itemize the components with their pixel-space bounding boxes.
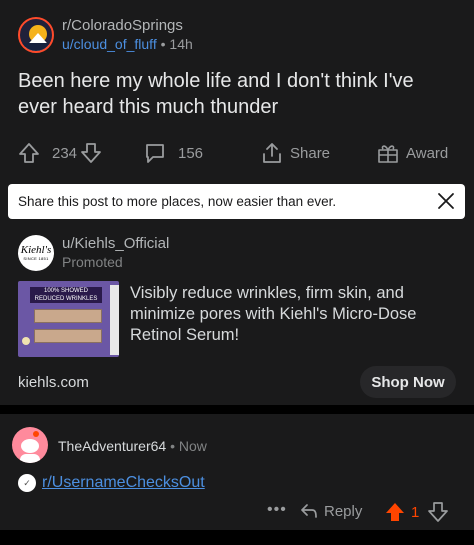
snoo-avatar-icon[interactable] <box>12 427 48 463</box>
share-label: Share <box>290 144 331 162</box>
comment-author[interactable]: TheAdventurer64 <box>58 438 166 454</box>
upvote-icon[interactable] <box>385 502 405 522</box>
comment-time: Now <box>178 438 207 454</box>
reply-button[interactable]: Reply <box>300 502 362 520</box>
ad-author[interactable]: u/Kiehls_Official <box>62 235 169 253</box>
downvote-icon[interactable] <box>428 502 448 522</box>
comment-score: 1 <box>411 504 420 521</box>
logo-subtext: SINCE 1851 <box>23 256 49 261</box>
ad-image-caption: 100% SHOWED REDUCED WRINKLES <box>30 287 102 303</box>
award-button[interactable]: Award <box>376 138 448 168</box>
more-icon[interactable]: ••• <box>267 501 287 519</box>
capsule <box>22 337 30 345</box>
subreddit-link[interactable]: r/UsernameChecksOut <box>42 474 205 492</box>
kiehls-logo-icon[interactable]: Kiehl's SINCE 1851 <box>18 235 54 271</box>
comment-icon <box>146 144 164 163</box>
comment-actions: ••• Reply 1 <box>0 500 474 526</box>
comment-count: 156 <box>178 144 204 162</box>
vote-score: 234 <box>46 138 77 168</box>
post-author[interactable]: u/cloud_of_fluff <box>62 36 157 52</box>
logo-wordmark: Kiehl's <box>20 244 52 256</box>
award-label: Award <box>406 144 449 162</box>
ad-domain[interactable]: kiehls.com <box>18 374 89 391</box>
share-button[interactable]: Share <box>260 138 330 168</box>
comment-header: TheAdventurer64 • Now <box>58 438 207 454</box>
reply-icon <box>301 504 317 518</box>
comments-button[interactable]: 156 <box>144 138 203 168</box>
award-icon <box>378 145 398 163</box>
comment-separator: • <box>170 438 175 454</box>
reply-label: Reply <box>324 502 363 520</box>
subreddit-avatar-icon[interactable] <box>18 17 54 53</box>
toast-message: Share this post to more places, now easi… <box>18 194 337 209</box>
comment-card: TheAdventurer64 • Now ✓ r/UsernameChecks… <box>0 414 474 530</box>
upvote-button[interactable] <box>18 138 40 168</box>
downvote-button[interactable] <box>80 138 102 168</box>
promoted-label: Promoted <box>62 254 123 270</box>
serum-tube <box>110 285 119 355</box>
post-header: r/ColoradoSprings u/cloud_of_fluff • 14h <box>18 14 193 56</box>
after-strip <box>34 329 102 343</box>
upvote-icon <box>19 143 39 163</box>
share-toast: Share this post to more places, now easi… <box>8 184 465 219</box>
post-title[interactable]: Been here my whole life and I don't thin… <box>18 68 458 120</box>
shop-now-button[interactable]: Shop Now <box>360 366 456 398</box>
vote-count: 234 <box>52 144 78 162</box>
post-age: 14h <box>169 35 193 52</box>
subreddit-name[interactable]: r/ColoradoSprings <box>62 17 193 35</box>
ad-meta: u/Kiehls_Official Promoted <box>62 235 169 271</box>
ad-image[interactable]: 100% SHOWED REDUCED WRINKLES <box>18 281 119 357</box>
close-icon[interactable] <box>437 192 455 210</box>
ad-header: Kiehl's SINCE 1851 u/Kiehls_Official Pro… <box>18 234 169 272</box>
subreddit-small-icon: ✓ <box>18 474 36 492</box>
post-actions: 234 156 Share Award <box>18 138 458 168</box>
post-card: r/ColoradoSprings u/cloud_of_fluff • 14h… <box>0 0 474 405</box>
share-icon <box>263 143 281 163</box>
downvote-icon <box>81 143 101 163</box>
post-meta: r/ColoradoSprings u/cloud_of_fluff • 14h <box>62 17 193 54</box>
comment-body: ✓ r/UsernameChecksOut <box>18 474 205 492</box>
ad-copy[interactable]: Visibly reduce wrinkles, firm skin, and … <box>130 283 460 346</box>
before-strip <box>34 309 102 323</box>
meta-separator: • <box>160 35 166 52</box>
